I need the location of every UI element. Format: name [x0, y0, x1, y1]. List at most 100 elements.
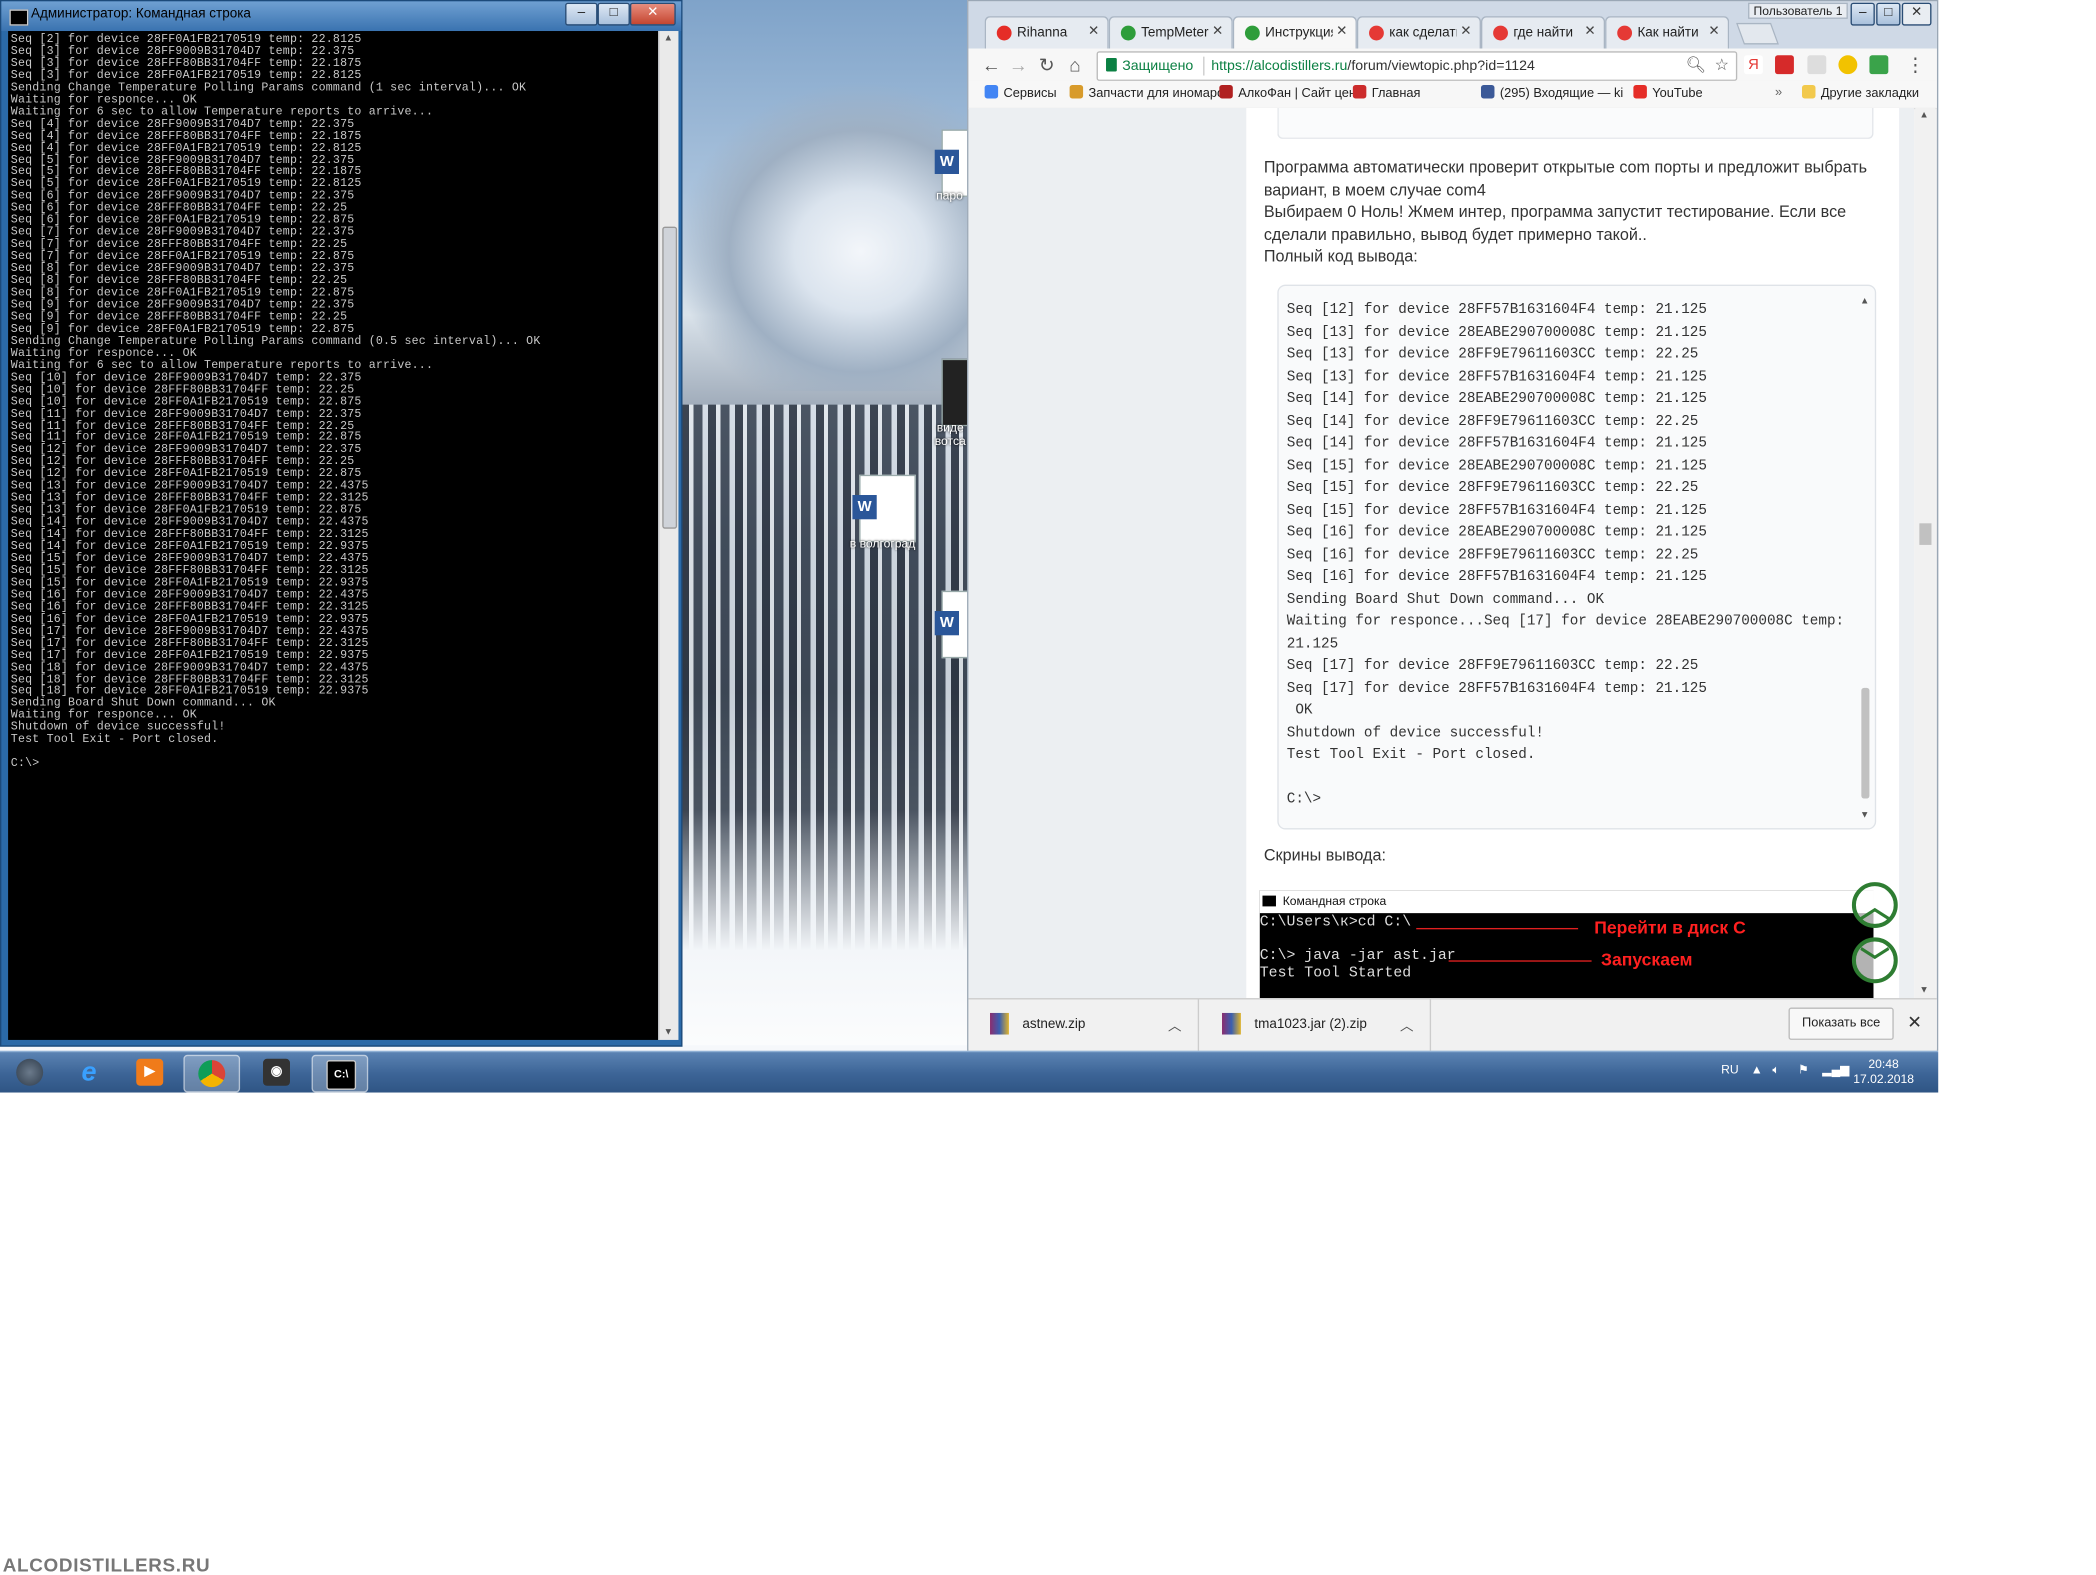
show-all-downloads-button[interactable]: Показать все [1788, 1007, 1894, 1040]
start-button[interactable] [3, 1055, 57, 1090]
scroll-up-arrow-icon[interactable]: ▲ [1919, 111, 1928, 120]
bookmark-item[interactable]: YouTube [1633, 84, 1703, 101]
scroll-down-arrow-icon[interactable]: ▼ [664, 1028, 673, 1037]
tab-label: Rihanna [1016, 25, 1068, 41]
network-icon[interactable]: ▂▄▆ [1822, 1063, 1849, 1078]
home-icon[interactable]: ⌂ [1063, 53, 1087, 77]
download-name: tma1023.jar (2).zip [1254, 1016, 1367, 1032]
profile-badge[interactable]: Пользователь 1 [1748, 2, 1848, 19]
new-tab-button[interactable] [1736, 22, 1779, 45]
bookmark-item[interactable]: Запчасти для иномарок [1069, 84, 1230, 101]
browser-window[interactable]: Rihanna ✕ TempMeter ✕ Инструкция ✕ как сделать… [967, 0, 1939, 1051]
browser-tab[interactable]: TempMeter ✕ [1108, 16, 1233, 49]
scroll-to-top-icon[interactable]: ︿ [1851, 882, 1898, 928]
console-output[interactable]: Seq [2] for device 28FF0A1FB2170519 temp… [8, 31, 659, 1040]
tab-label: где найти [1513, 25, 1573, 41]
address-bar[interactable]: Защищено https://alcodistillers.ru/forum… [1096, 51, 1738, 81]
bookmarks-overflow-icon[interactable]: » [1775, 85, 1782, 100]
url-text: https://alcodistillers.ru/forum/viewtopi… [1211, 58, 1535, 74]
close-button[interactable]: ✕ [1901, 2, 1932, 26]
yandex-extension-icon[interactable]: Я [1743, 55, 1763, 75]
code-scrollbar[interactable]: ▲ ▼ [1857, 297, 1872, 820]
media-player-icon: ▶ [136, 1058, 164, 1086]
tab-label: Как найти [1637, 25, 1699, 41]
bookmark-item[interactable]: АлкоФан | Сайт цени [1219, 84, 1364, 102]
taskbar-media-player[interactable]: ▶ [123, 1055, 177, 1090]
chevron-up-icon[interactable]: ︿ [1400, 1014, 1413, 1035]
bookmark-favicon-icon [984, 84, 999, 99]
browser-tab[interactable]: где найти ✕ [1480, 16, 1606, 49]
download-item[interactable]: astnew.zip ︿ [968, 999, 1200, 1051]
cmd-scroll-thumb[interactable] [662, 226, 678, 529]
bookmark-star-icon[interactable]: ☆ [1715, 55, 1730, 74]
bookmark-item[interactable]: Главная [1352, 84, 1421, 102]
download-item[interactable]: tma1023.jar (2).zip ︿ [1200, 999, 1432, 1051]
tab-label: TempMeter [1141, 25, 1209, 41]
back-arrow-icon[interactable]: ← [979, 53, 1003, 77]
taskbar-cmd[interactable]: C:\ [311, 1054, 369, 1093]
tab-close-icon[interactable]: ✕ [1584, 24, 1595, 39]
maximize-button[interactable]: □ [1876, 2, 1901, 26]
browser-tab[interactable]: как сделать ✕ [1356, 16, 1481, 49]
scroll-down-arrow-icon[interactable]: ▼ [1857, 811, 1872, 820]
minimize-button[interactable]: – [1850, 2, 1875, 26]
screenshot-line: C:\Users\к>cd C:\ [1259, 914, 1412, 931]
tab-close-icon[interactable]: ✕ [1708, 24, 1719, 39]
browser-tab[interactable]: Инструкция ✕ [1232, 16, 1357, 49]
taskbar-ie[interactable]: e [62, 1055, 116, 1090]
close-icon[interactable]: ✕ [1907, 1012, 1922, 1034]
maximize-button[interactable]: □ [597, 2, 630, 26]
forward-arrow-icon[interactable]: → [1006, 53, 1030, 77]
taskbar-camera[interactable]: ◉ [250, 1055, 304, 1090]
code-scroll-thumb[interactable] [1861, 687, 1870, 799]
volume-icon[interactable]: 🔈︎ [1772, 1063, 1779, 1078]
extension-icon[interactable] [1838, 55, 1858, 75]
bookmark-item[interactable]: Сервисы [984, 84, 1057, 101]
page-scrollbar[interactable]: ▲ ▼ [1915, 107, 1936, 999]
command-prompt-window[interactable]: Администратор: Командная строка – □ ✕ Se… [0, 0, 683, 1047]
archive-file-icon [1222, 1012, 1241, 1035]
wallpaper-mountain [674, 80, 985, 392]
tab-label: Инструкция [1265, 25, 1333, 41]
tray-expand-icon[interactable]: ▲ [1751, 1063, 1763, 1076]
minimize-button[interactable]: – [565, 2, 598, 26]
close-button[interactable]: ✕ [629, 2, 676, 26]
bookmark-item[interactable]: (295) Входящие — ki [1480, 84, 1624, 102]
word-document-icon[interactable]: W [852, 474, 916, 543]
download-bar: astnew.zip ︿ tma1023.jar (2).zip ︿ Показ… [968, 998, 1937, 1051]
tab-close-icon[interactable]: ✕ [1212, 24, 1223, 39]
extension-icon[interactable] [1807, 55, 1827, 75]
bookmark-label: (295) Входящие — ki [1499, 86, 1624, 102]
tab-close-icon[interactable]: ✕ [1460, 24, 1471, 39]
language-indicator[interactable]: RU [1721, 1063, 1739, 1076]
scroll-to-bottom-icon[interactable]: ﹀ [1851, 937, 1898, 984]
cmd-titlebar[interactable]: Администратор: Командная строка – □ ✕ [1, 1, 682, 32]
code-box[interactable]: Seq [12] for device 28FF57B1631604F4 tem… [1277, 284, 1877, 830]
chevron-up-icon[interactable]: ︿ [1168, 1014, 1181, 1035]
clock[interactable]: 20:48 17.02.2018 [1853, 1057, 1914, 1087]
browser-tab[interactable]: Как найти ✕ [1605, 16, 1730, 49]
flag-icon[interactable]: ⚑ [1798, 1063, 1809, 1078]
browser-tab[interactable]: Rihanna ✕ [984, 16, 1109, 49]
tab-close-icon[interactable]: ✕ [1088, 24, 1099, 39]
other-bookmarks[interactable]: Другие закладки [1801, 84, 1919, 101]
scroll-up-arrow-icon[interactable]: ▲ [1857, 297, 1872, 306]
lock-icon [1106, 57, 1117, 72]
extension-icon[interactable] [1869, 55, 1889, 75]
mail-extension-icon[interactable] [1775, 55, 1794, 75]
chrome-icon [198, 1060, 226, 1088]
reload-icon[interactable]: ↻ [1035, 53, 1059, 77]
bookmark-label: Главная [1371, 86, 1421, 102]
post-paragraph: Полный код вывода: [1263, 246, 1418, 266]
archive-file-icon [990, 1012, 1009, 1035]
tab-close-icon[interactable]: ✕ [1336, 24, 1347, 39]
page-scroll-thumb[interactable] [1919, 523, 1932, 545]
scroll-down-arrow-icon[interactable]: ▼ [1919, 986, 1928, 995]
bookmark-label: АлкоФан | Сайт цени [1238, 86, 1364, 102]
menu-kebab-icon[interactable]: ⋮ [1903, 53, 1927, 77]
taskbar-chrome[interactable] [183, 1054, 241, 1093]
screenshot-title: Командная строка [1282, 894, 1387, 908]
zoom-icon[interactable]: 🔍︎ [1686, 55, 1707, 74]
scroll-up-arrow-icon[interactable]: ▲ [664, 34, 673, 43]
cmd-scrollbar[interactable]: ▲ ▼ [658, 31, 679, 1040]
